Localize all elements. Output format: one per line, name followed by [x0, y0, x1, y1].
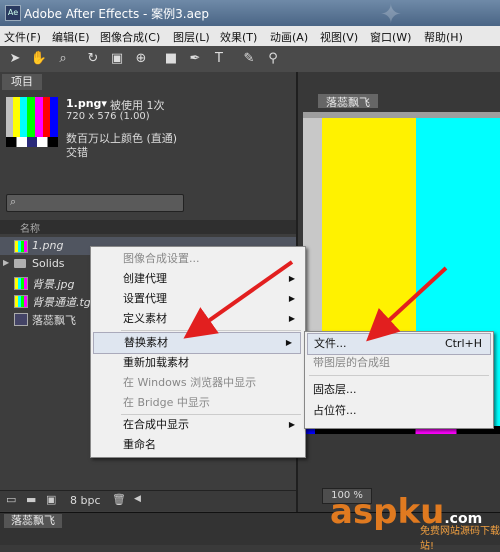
arrow-to-replace-footage	[183, 260, 294, 339]
arrow-to-file-item	[366, 266, 448, 342]
annotation-arrows	[183, 260, 448, 342]
watermark-tagline: 免费网站源码下载站!	[420, 526, 500, 552]
